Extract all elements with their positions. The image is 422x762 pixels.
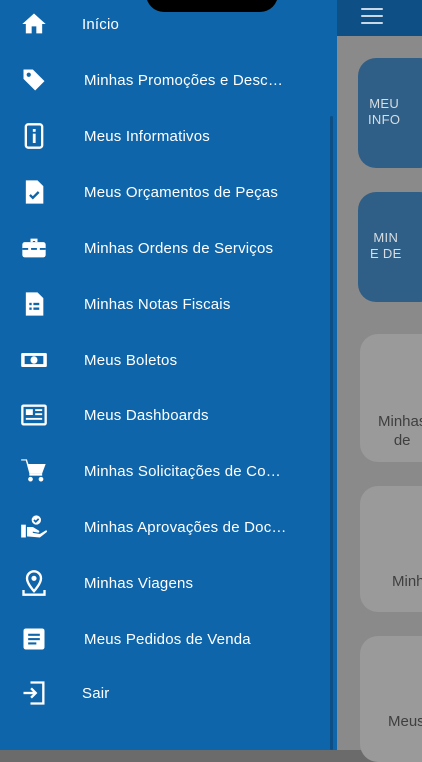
menu-item-label: Sair [82,684,110,702]
menu-item-label: Início [82,15,120,33]
menu-item-label: Minhas Notas Fiscais [84,295,231,313]
menu-item-sair[interactable]: Sair [0,671,330,715]
invoice-icon [18,288,50,320]
approval-icon [18,511,50,543]
dashboard-icon [18,399,50,431]
menu-item-promocoes[interactable]: Minhas Promoções e Descontos [0,58,330,102]
background-card[interactable]: Minh [360,486,422,612]
cart-icon [18,455,50,487]
menu-item-pedidos-venda[interactable]: Meus Pedidos de Venda [0,617,330,661]
menu-item-label: Minhas Viagens [84,574,194,592]
menu-item-label: Meus Orçamentos de Peças [84,183,279,201]
menu-item-label: Minhas Solicitações de Compra [84,462,289,480]
scroll-indicator[interactable] [330,116,333,750]
menu-item-aprovacoes[interactable]: Minhas Aprovações de Documentos [0,505,330,549]
menu-item-viagens[interactable]: Minhas Viagens [0,561,330,605]
background-card[interactable]: MIN E DE [358,192,422,302]
background-card-text: Minhas de [378,413,422,449]
document-check-icon [18,176,50,208]
money-icon [18,344,50,376]
home-icon [18,8,50,40]
menu-item-label: Meus Dashboards [84,406,209,424]
location-pin-icon [18,567,50,599]
hamburger-menu-icon[interactable] [361,8,383,26]
navigation-drawer: Início Minhas Promoções e Descontos Meus… [0,0,337,750]
logout-icon [18,677,50,709]
menu-item-solicitacoes-compra[interactable]: Minhas Solicitações de Compra [0,449,330,493]
menu-item-label: Meus Informativos [84,127,210,145]
menu-item-boletos[interactable]: Meus Boletos [0,338,330,382]
menu-item-label: Minhas Ordens de Serviços [84,239,274,257]
menu-item-label: Minhas Promoções e Descontos [84,71,289,89]
menu-item-label: Meus Boletos [84,351,178,369]
background-card-text: Meus [388,713,422,730]
background-card[interactable]: Minhas de [360,334,422,462]
tag-icon [18,64,50,96]
menu-item-dashboards[interactable]: Meus Dashboards [0,393,330,437]
info-icon [18,120,50,152]
background-card[interactable]: Meus [360,636,422,762]
menu-item-label: Meus Pedidos de Venda [84,630,251,648]
toolbox-icon [18,232,50,264]
menu-item-informativos[interactable]: Meus Informativos [0,114,330,158]
background-card-text: MIN E DE [370,230,402,261]
background-card-text: MEU INFO [368,96,401,127]
background-card-text: Minh [392,573,422,590]
menu-item-label: Minhas Aprovações de Documentos [84,518,289,536]
list-document-icon [18,623,50,655]
menu-item-ordens-servicos[interactable]: Minhas Ordens de Serviços [0,226,330,270]
menu-item-orcamentos[interactable]: Meus Orçamentos de Peças [0,170,330,214]
background-card[interactable]: MEU INFO [358,58,422,168]
menu-item-notas-fiscais[interactable]: Minhas Notas Fiscais [0,282,330,326]
device-notch [146,0,278,12]
